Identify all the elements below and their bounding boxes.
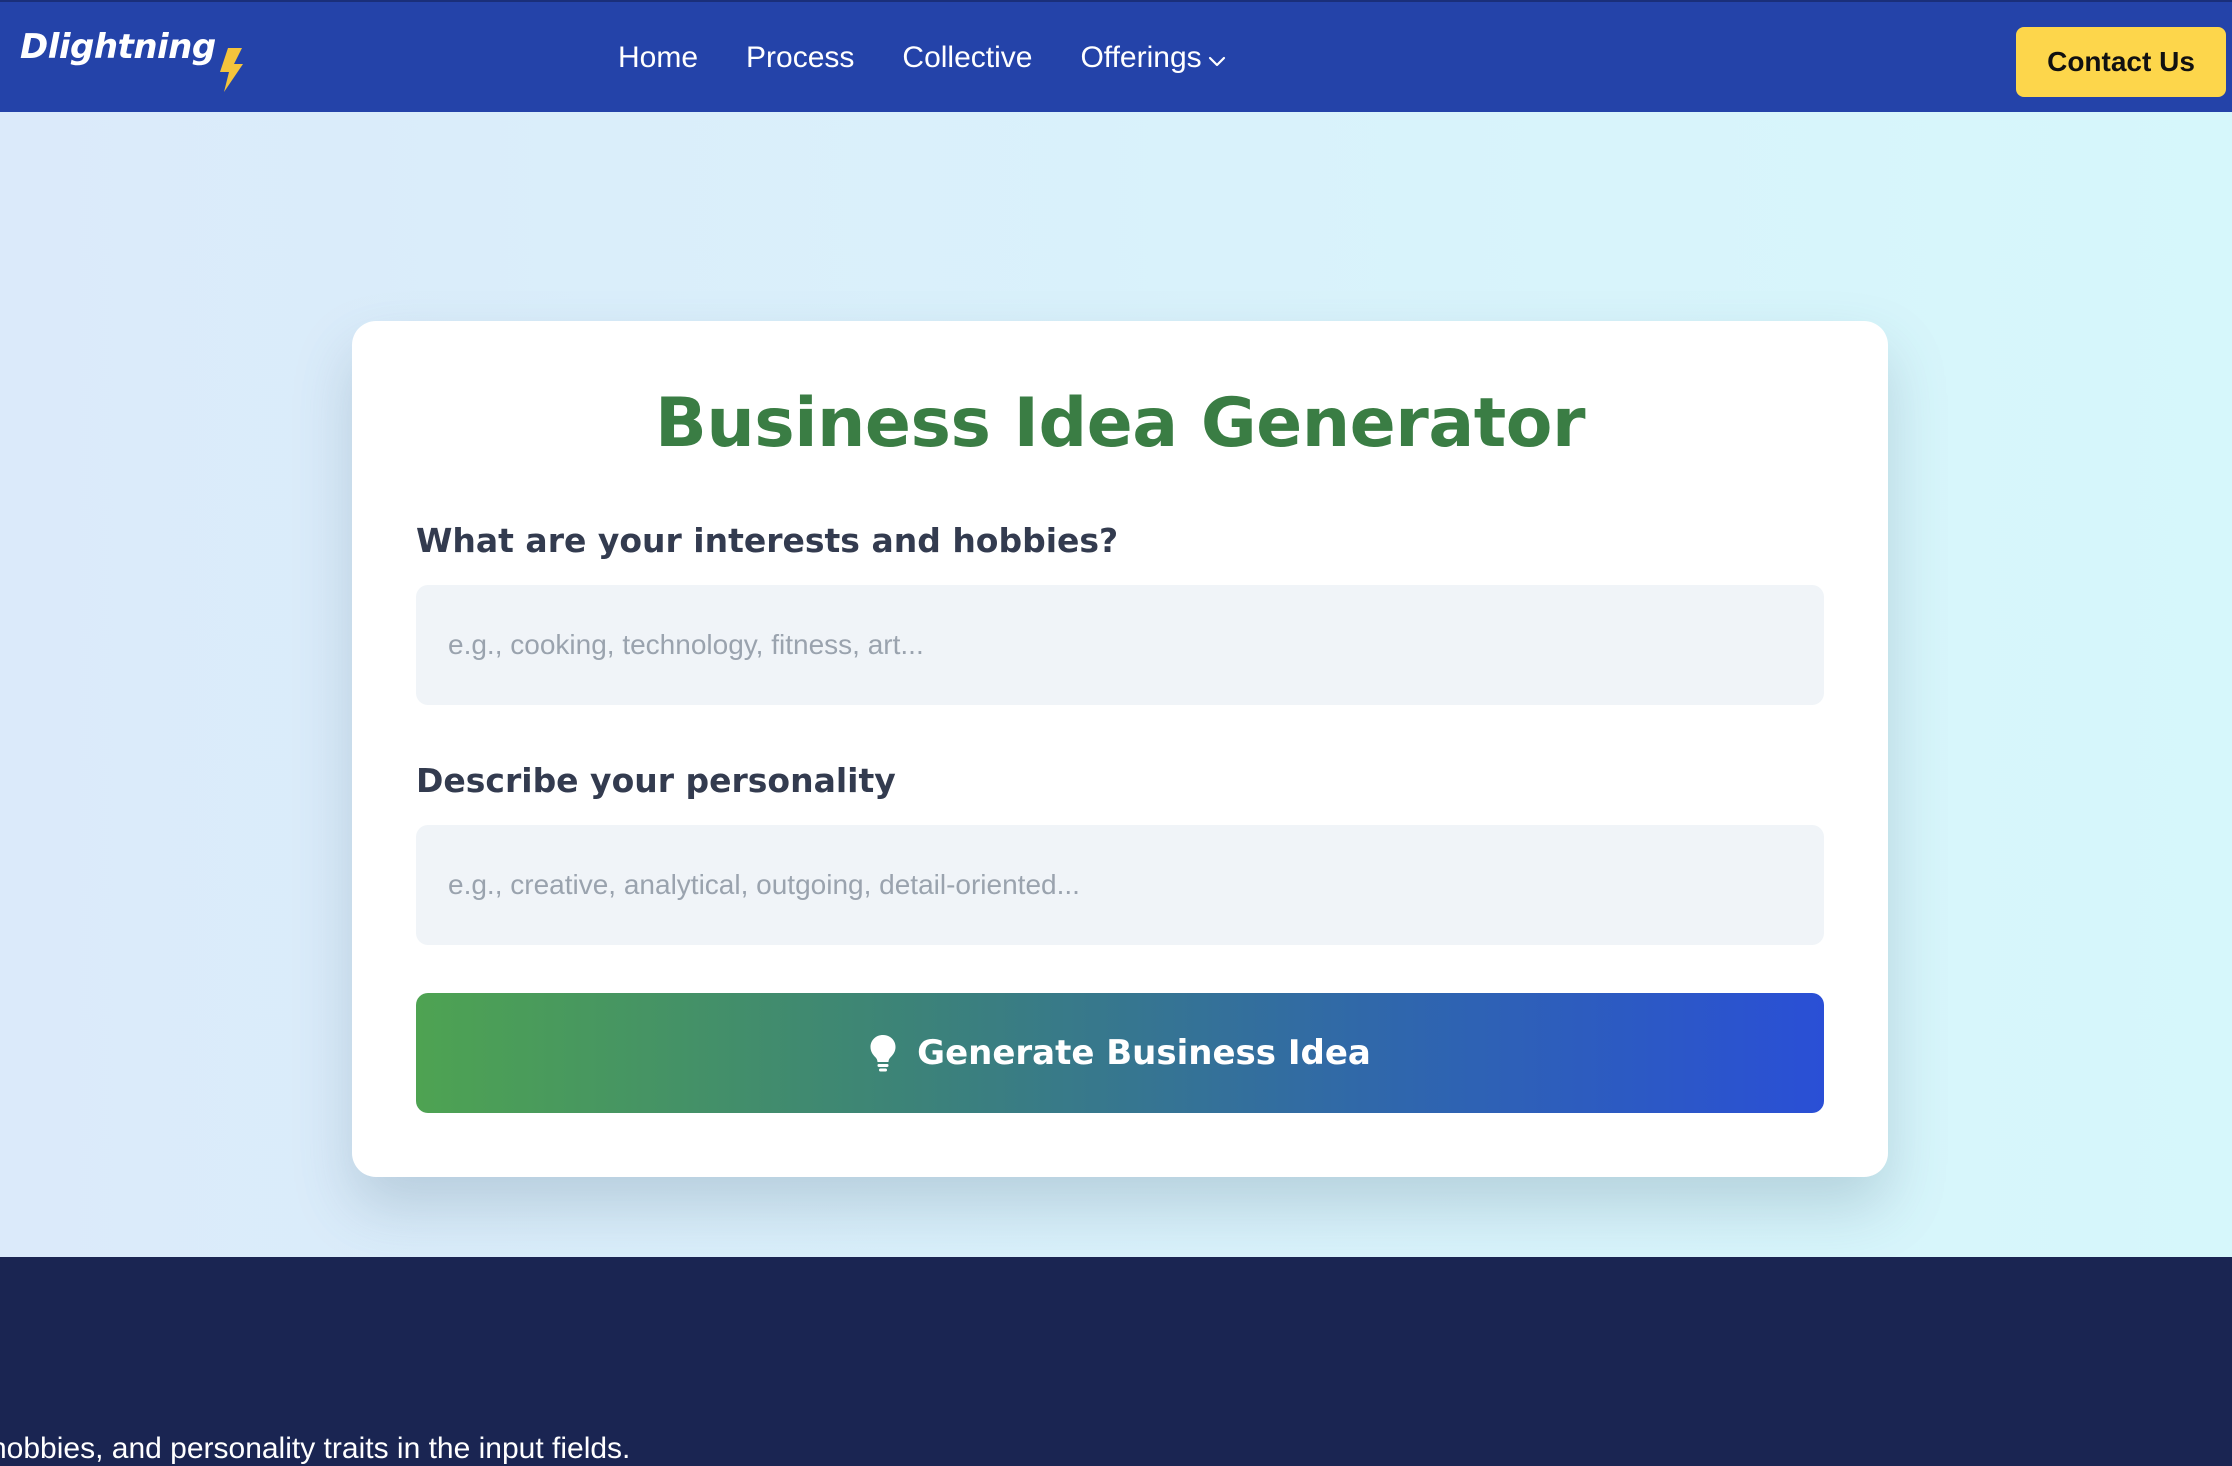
logo-text: Dlightning bbox=[20, 27, 216, 67]
navbar: Dlightning Home Process Collective Offer… bbox=[0, 0, 2232, 112]
personality-input[interactable] bbox=[416, 825, 1824, 945]
interests-input[interactable] bbox=[416, 585, 1824, 705]
hero-section: Business Idea Generator What are your in… bbox=[0, 112, 2232, 1257]
chevron-down-icon bbox=[1208, 56, 1225, 67]
logo[interactable]: Dlightning bbox=[20, 24, 244, 94]
nav-link-offerings-label: Offerings bbox=[1080, 41, 1202, 74]
generator-card: Business Idea Generator What are your in… bbox=[352, 321, 1888, 1177]
lightning-bolt-icon bbox=[219, 48, 243, 92]
instructions-text: hobbies, and personality traits in the i… bbox=[0, 1432, 631, 1465]
contact-us-button[interactable]: Contact Us bbox=[2016, 27, 2226, 97]
nav-link-home[interactable]: Home bbox=[618, 41, 698, 75]
interests-label: What are your interests and hobbies? bbox=[416, 521, 1119, 560]
generate-business-idea-button[interactable]: Generate Business Idea bbox=[416, 993, 1824, 1113]
lightbulb-icon bbox=[870, 1035, 896, 1072]
page-title: Business Idea Generator bbox=[655, 384, 1585, 463]
nav-link-collective[interactable]: Collective bbox=[902, 41, 1032, 75]
personality-label: Describe your personality bbox=[416, 761, 896, 800]
generate-button-label: Generate Business Idea bbox=[917, 1033, 1371, 1073]
nav-links: Home Process Collective Offerings bbox=[618, 2, 1274, 114]
footer-section: hobbies, and personality traits in the i… bbox=[0, 1257, 2232, 1466]
nav-link-process[interactable]: Process bbox=[746, 41, 854, 75]
nav-link-offerings[interactable]: Offerings bbox=[1080, 41, 1225, 75]
